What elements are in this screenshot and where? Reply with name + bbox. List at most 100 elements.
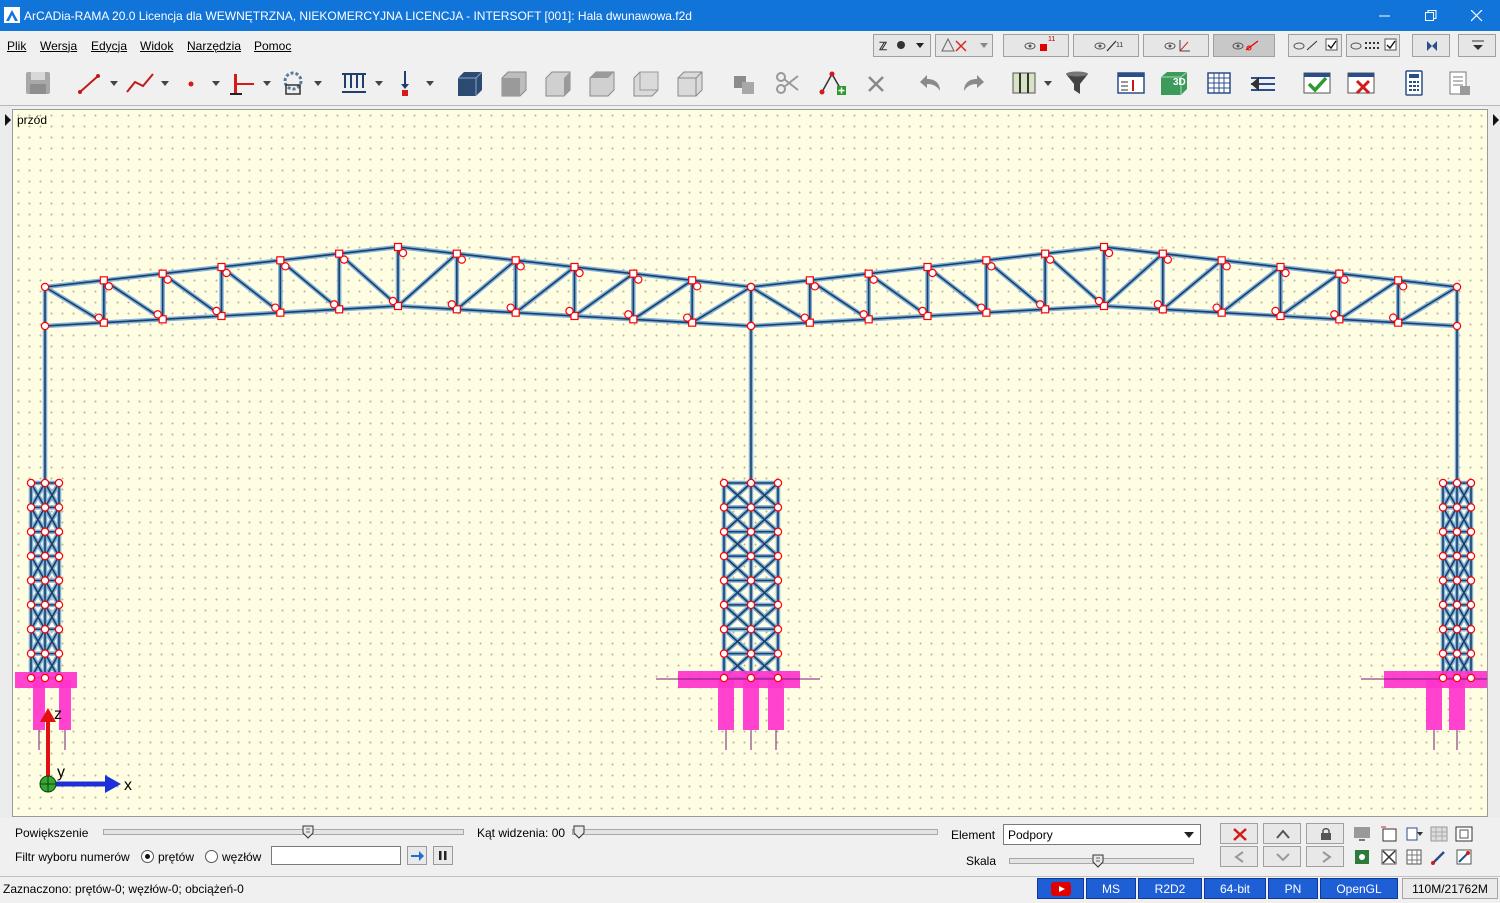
columns-dropdown-arrow[interactable] (1044, 81, 1052, 86)
menu-wersja[interactable]: Wersja (40, 39, 77, 53)
frame-node[interactable] (1452, 551, 1462, 561)
frame-node[interactable] (506, 303, 515, 312)
check-button[interactable] (1301, 68, 1333, 98)
tab-local-axes[interactable] (1143, 34, 1209, 57)
frame-node[interactable] (271, 303, 280, 312)
frame-node[interactable] (1438, 527, 1448, 536)
move-down-button[interactable] (1263, 846, 1301, 867)
left-panel-strip[interactable] (0, 106, 12, 820)
bar-dropdown-arrow[interactable] (110, 81, 118, 86)
frame-node[interactable] (773, 576, 783, 585)
frame-node[interactable] (719, 673, 729, 683)
frame-node[interactable] (388, 296, 398, 306)
lock-button[interactable] (1306, 823, 1344, 844)
frame-node[interactable] (26, 600, 36, 610)
frame-node[interactable] (40, 503, 50, 512)
frame-node[interactable] (153, 310, 162, 319)
frame-member[interactable] (338, 246, 399, 255)
frame-member[interactable] (1338, 279, 1399, 321)
tab-node-numbers[interactable]: 11 (1003, 34, 1069, 57)
frame-node[interactable] (719, 551, 729, 561)
drawing-canvas[interactable]: przód z y x (12, 109, 1488, 817)
apply-filter-button[interactable] (407, 846, 427, 865)
frame-node[interactable] (339, 255, 349, 264)
frame-node[interactable] (624, 310, 633, 319)
menu-edycja[interactable]: Edycja (91, 39, 127, 53)
frame-node[interactable] (54, 625, 64, 634)
frame-node[interactable] (1163, 255, 1173, 264)
frame-node[interactable] (719, 625, 729, 634)
zoom-extents-button[interactable] (1454, 824, 1474, 844)
frame-member[interactable] (397, 252, 458, 307)
frame-node[interactable] (719, 503, 729, 512)
table-button[interactable] (1203, 68, 1235, 98)
frame-node[interactable] (634, 275, 643, 284)
polyline-tool-button[interactable] (124, 68, 156, 98)
frame-node[interactable] (1438, 649, 1448, 658)
frame-node[interactable] (1438, 600, 1448, 610)
frame-node[interactable] (54, 527, 64, 536)
frame-node[interactable] (719, 478, 729, 488)
frame-node[interactable] (1388, 313, 1398, 322)
frame-member[interactable] (161, 266, 223, 275)
frame-node[interactable] (1438, 673, 1448, 683)
frame-view-button[interactable] (1379, 824, 1399, 844)
frame-member[interactable] (867, 266, 929, 275)
view-left-button[interactable] (630, 68, 662, 98)
dimension-mode-dropdown[interactable] (935, 34, 993, 57)
frame-node[interactable] (800, 313, 810, 322)
support-footing[interactable] (718, 680, 734, 730)
minimize-button[interactable] (1362, 0, 1408, 31)
section-tool-button[interactable] (277, 68, 309, 98)
settings-tool-button[interactable] (1454, 847, 1474, 867)
frame-node[interactable] (26, 527, 36, 536)
add-node-button[interactable] (816, 68, 848, 98)
frame-node[interactable] (40, 600, 50, 610)
frame-node[interactable] (1452, 649, 1462, 658)
move-left-button[interactable] (1220, 846, 1258, 867)
display-button[interactable] (1352, 824, 1372, 844)
distributed-load-button[interactable] (338, 68, 370, 98)
frame-member[interactable] (456, 259, 517, 311)
frame-node[interactable] (457, 255, 467, 264)
support-tool-button[interactable] (226, 68, 258, 98)
frame-member[interactable] (279, 252, 340, 262)
tab-check-grid[interactable] (1346, 34, 1400, 57)
frame-node[interactable] (54, 600, 64, 610)
frame-member[interactable] (514, 266, 576, 314)
menu-plik[interactable]: Plik (7, 39, 26, 53)
frame-dropdown-button[interactable] (1404, 824, 1424, 844)
scale-slider[interactable] (1009, 854, 1194, 868)
render-mode-dropdown[interactable]: ℤ (873, 34, 931, 57)
distributed-load-dropdown-arrow[interactable] (375, 81, 383, 86)
frame-node[interactable] (1104, 248, 1114, 258)
move-up-button[interactable] (1263, 823, 1301, 844)
frame-node[interactable] (746, 625, 756, 634)
frame-node[interactable] (40, 649, 50, 658)
hide-selection-button[interactable] (1379, 847, 1399, 867)
save-button[interactable] (22, 68, 54, 98)
menu-widok[interactable]: Widok (140, 39, 173, 53)
frame-node[interactable] (746, 282, 756, 292)
frame-node[interactable] (565, 306, 574, 316)
frame-member[interactable] (809, 272, 870, 282)
support-footing[interactable] (33, 680, 45, 730)
view-top-button[interactable] (586, 68, 618, 98)
frame-node[interactable] (1438, 576, 1448, 585)
clear-results-button[interactable] (1345, 68, 1377, 98)
frame-member[interactable] (632, 279, 693, 321)
frame-member[interactable] (1044, 246, 1105, 255)
frame-member[interactable] (1220, 266, 1282, 314)
frame-node[interactable] (1271, 306, 1280, 316)
frame-node[interactable] (94, 313, 104, 322)
frame-member[interactable] (1162, 259, 1223, 311)
frame-node[interactable] (1153, 300, 1163, 309)
tab-collapse[interactable] (1412, 34, 1450, 57)
import-button[interactable] (1247, 68, 1279, 98)
frame-node[interactable] (54, 478, 64, 488)
frame-member[interactable] (44, 279, 105, 288)
frame-node[interactable] (773, 600, 783, 610)
frame-node[interactable] (222, 268, 231, 278)
frame-node[interactable] (26, 576, 36, 585)
frame-node[interactable] (26, 649, 36, 658)
